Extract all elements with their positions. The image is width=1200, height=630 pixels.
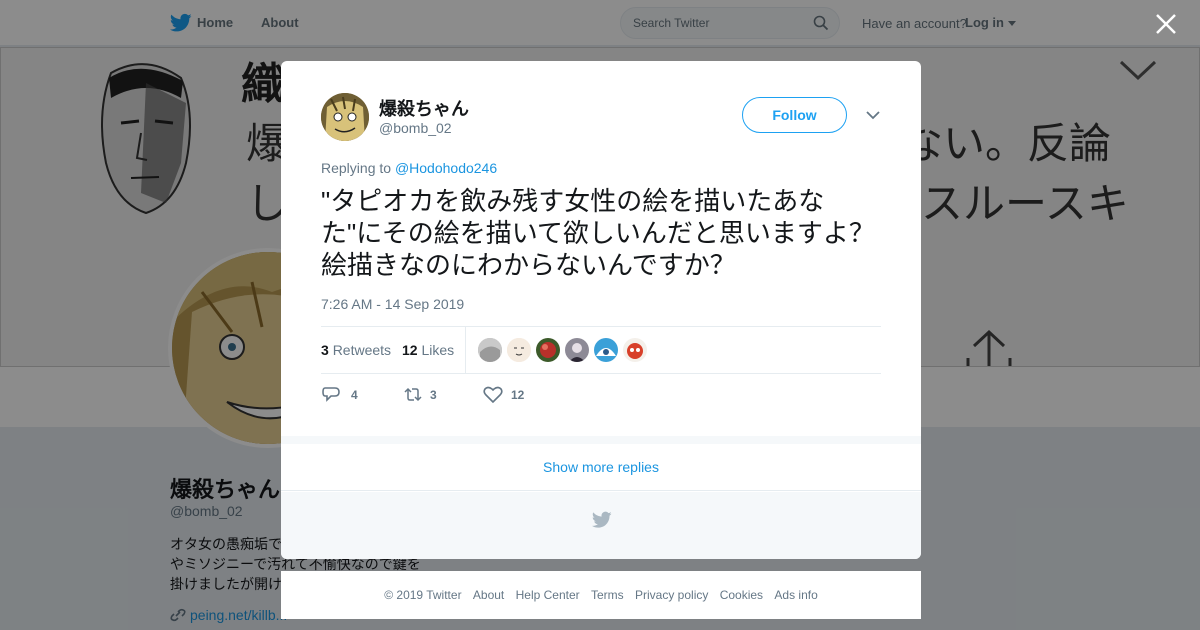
tweet-actions: 4 3 12 <box>321 383 621 407</box>
tweet-text: "タピオカを飲み残す女性の絵を描いたあなた"にその絵を描いて欲しいんだと思います… <box>321 186 875 280</box>
footer-help-link[interactable]: Help Center <box>516 588 580 602</box>
retweet-count: 3 <box>430 388 437 402</box>
tweet-author-handle[interactable]: @bomb_02 <box>379 120 452 136</box>
reply-icon <box>322 387 340 402</box>
footer-terms-link[interactable]: Terms <box>591 588 624 602</box>
footer-about-link[interactable]: About <box>473 588 504 602</box>
retweet-icon <box>404 387 422 402</box>
tweet-author-avatar[interactable] <box>321 93 369 141</box>
liker-avatar[interactable] <box>478 338 502 362</box>
footer-privacy-link[interactable]: Privacy policy <box>635 588 708 602</box>
chevron-down-icon[interactable] <box>865 109 881 121</box>
tweet-modal: 爆殺ちゃん @bomb_02 Follow Replying to @Hodoh… <box>281 61 921 559</box>
footer-ads-link[interactable]: Ads info <box>774 588 817 602</box>
tweet-stats: 3 Retweets 12 Likes <box>321 326 881 374</box>
liker-avatar[interactable] <box>536 338 560 362</box>
reply-count: 4 <box>351 388 358 402</box>
close-icon[interactable] <box>1154 12 1178 36</box>
twitter-bird-icon <box>592 511 612 528</box>
retweets-count: 3 <box>321 342 329 358</box>
likes-label: Likes <box>421 342 455 358</box>
show-more-replies-button[interactable]: Show more replies <box>281 445 921 491</box>
stats-divider <box>465 327 466 374</box>
liker-avatar[interactable] <box>565 338 589 362</box>
tweet-author-name[interactable]: 爆殺ちゃん <box>379 95 469 121</box>
modal-footer <box>281 492 921 559</box>
section-separator <box>281 436 921 444</box>
likes-stat[interactable]: 12 Likes <box>402 342 454 358</box>
retweets-stat[interactable]: 3 Retweets <box>321 342 391 358</box>
liker-avatar[interactable] <box>623 338 647 362</box>
liker-avatar[interactable] <box>594 338 618 362</box>
page-footer: © 2019 Twitter About Help Center Terms P… <box>281 571 921 619</box>
footer-cookies-link[interactable]: Cookies <box>720 588 763 602</box>
replying-to: Replying to @Hodohodo246 <box>321 160 497 176</box>
retweets-label: Retweets <box>332 342 392 358</box>
like-count: 12 <box>511 388 525 402</box>
reply-mention-link[interactable]: @Hodohodo246 <box>395 160 497 176</box>
replying-prefix: Replying to <box>321 160 392 176</box>
footer-copyright: © 2019 Twitter <box>384 588 462 602</box>
tweet-timestamp[interactable]: 7:26 AM - 14 Sep 2019 <box>321 296 464 312</box>
author-avatar-image <box>321 93 369 141</box>
follow-button[interactable]: Follow <box>742 97 847 133</box>
heart-icon <box>483 386 503 404</box>
likes-count: 12 <box>402 342 418 358</box>
liker-avatar[interactable] <box>507 338 531 362</box>
